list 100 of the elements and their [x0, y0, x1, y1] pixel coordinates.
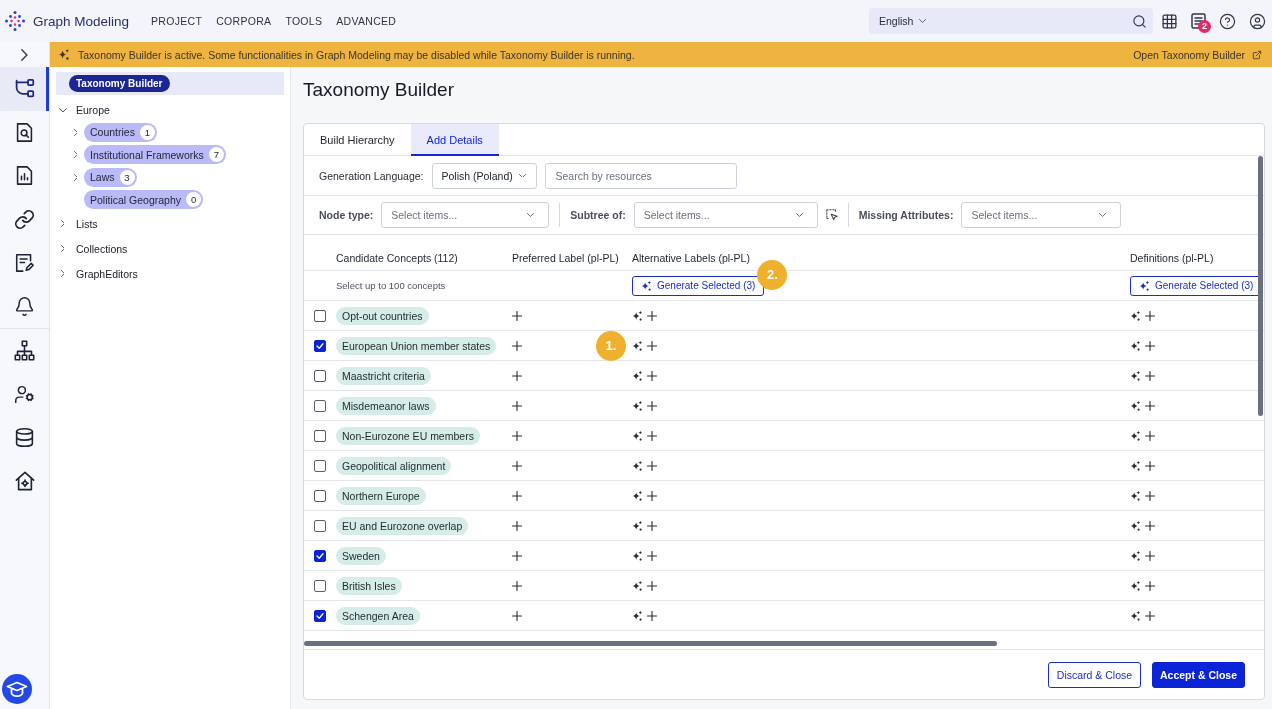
language-dropdown[interactable]: English — [879, 15, 927, 27]
checkbox[interactable] — [314, 339, 326, 352]
plus-icon[interactable] — [512, 490, 522, 501]
plus-icon[interactable] — [647, 460, 657, 471]
tree-tag[interactable]: Institutional Frameworks 7 — [84, 145, 226, 165]
tab[interactable]: Add Details — [410, 124, 499, 156]
tab[interactable]: Build Hierarchy — [304, 124, 411, 156]
plus-icon[interactable] — [1145, 460, 1155, 471]
checkbox[interactable] — [314, 459, 326, 472]
plus-icon[interactable] — [512, 340, 522, 351]
plus-icon[interactable] — [1145, 520, 1155, 531]
sitemap-icon[interactable] — [14, 340, 35, 362]
filter-select[interactable]: Select items... — [381, 202, 550, 228]
sparkle-icon[interactable] — [632, 610, 642, 621]
plus-icon[interactable] — [1145, 550, 1155, 561]
chevron-right-icon[interactable] — [73, 128, 78, 136]
checkbox[interactable] — [314, 429, 326, 442]
plus-icon[interactable] — [1145, 430, 1155, 441]
discard-button[interactable]: Discard & Close — [1048, 661, 1141, 688]
sparkle-icon[interactable] — [1130, 310, 1140, 321]
tree-item-label[interactable]: GraphEditors — [76, 267, 138, 280]
link-icon[interactable] — [14, 208, 35, 230]
plus-icon[interactable] — [647, 430, 657, 441]
plus-icon[interactable] — [1145, 310, 1155, 321]
generate-button[interactable]: Generate Selected (3) — [632, 275, 765, 296]
chevron-right-icon[interactable] — [21, 48, 28, 61]
plus-icon[interactable] — [1145, 490, 1155, 501]
accept-button[interactable]: Accept & Close — [1152, 661, 1245, 688]
plus-icon[interactable] — [647, 610, 657, 621]
sparkle-icon[interactable] — [632, 400, 642, 411]
checkbox[interactable] — [314, 399, 326, 412]
tree-tag[interactable]: Taxonomy Builder — [69, 75, 170, 92]
checkbox[interactable] — [314, 549, 326, 562]
plus-icon[interactable] — [512, 550, 522, 561]
sparkle-icon[interactable] — [632, 580, 642, 591]
sparkle-icon[interactable] — [632, 370, 642, 381]
sparkle-icon[interactable] — [1130, 550, 1140, 561]
chevron-right-icon[interactable] — [73, 173, 78, 181]
help-icon[interactable] — [1219, 12, 1236, 30]
sparkle-icon[interactable] — [1130, 490, 1140, 501]
horizontal-scrollbar[interactable] — [304, 641, 997, 646]
search-icon[interactable] — [1132, 13, 1147, 29]
user-icon[interactable] — [1249, 12, 1266, 30]
search-field[interactable]: English — [869, 8, 1153, 34]
plus-icon[interactable] — [512, 460, 522, 471]
plus-icon[interactable] — [512, 520, 522, 531]
vertical-scrollbar[interactable] — [1258, 156, 1263, 416]
plus-icon[interactable] — [647, 340, 657, 351]
checkbox[interactable] — [314, 609, 326, 622]
nav-menu-item[interactable]: TOOLS — [285, 15, 323, 27]
plus-icon[interactable] — [1145, 370, 1155, 381]
house-gear-icon[interactable] — [14, 471, 35, 492]
chevron-down-icon[interactable] — [58, 107, 67, 113]
sparkle-icon[interactable] — [632, 340, 642, 351]
checkbox[interactable] — [314, 489, 326, 502]
sparkle-icon[interactable] — [1130, 610, 1140, 621]
bell-icon[interactable] — [14, 295, 35, 317]
rail-button[interactable] — [0, 67, 49, 111]
grid-icon[interactable] — [1161, 12, 1178, 30]
selection-pointer-icon[interactable] — [825, 209, 838, 221]
tree-item-label[interactable]: Collections — [76, 242, 128, 255]
checkbox[interactable] — [314, 579, 326, 592]
plus-icon[interactable] — [647, 400, 657, 411]
tree-tag[interactable]: Political Geography 0 — [84, 190, 204, 210]
document-edit-icon[interactable] — [15, 253, 34, 273]
open-link[interactable]: Open Taxonomy Builder — [1133, 48, 1262, 61]
tree-item-label[interactable]: Europe — [76, 104, 110, 116]
chevron-right-icon[interactable] — [60, 220, 65, 227]
sparkle-icon[interactable] — [632, 430, 642, 441]
plus-icon[interactable] — [1145, 610, 1155, 621]
sparkle-icon[interactable] — [1130, 400, 1140, 411]
filter-select[interactable]: Select items... — [633, 202, 818, 228]
sparkle-icon[interactable] — [632, 490, 642, 501]
database-icon[interactable] — [14, 427, 35, 449]
plus-icon[interactable] — [647, 370, 657, 381]
plus-icon[interactable] — [647, 550, 657, 561]
checkbox[interactable] — [314, 519, 326, 532]
document-search-icon[interactable] — [15, 122, 34, 142]
checkbox[interactable] — [314, 369, 326, 382]
plus-icon[interactable] — [512, 430, 522, 441]
plus-icon[interactable] — [647, 580, 657, 591]
search-input[interactable]: Search by resources — [544, 162, 737, 189]
plus-icon[interactable] — [512, 310, 522, 321]
sparkle-icon[interactable] — [1130, 460, 1140, 471]
tree-row[interactable]: Taxonomy Builder — [56, 72, 284, 95]
plus-icon[interactable] — [512, 370, 522, 381]
filter-select[interactable]: Select items... — [961, 202, 1122, 228]
sparkle-icon[interactable] — [1130, 430, 1140, 441]
plus-icon[interactable] — [512, 580, 522, 591]
nav-menu-item[interactable]: ADVANCED — [336, 15, 397, 27]
plus-icon[interactable] — [647, 520, 657, 531]
plus-icon[interactable] — [647, 310, 657, 321]
sparkle-icon[interactable] — [1130, 340, 1140, 351]
nav-menu-item[interactable]: CORPORA — [216, 15, 272, 27]
sparkle-icon[interactable] — [1130, 580, 1140, 591]
notes-icon[interactable] — [1191, 13, 1206, 29]
document-chart-icon[interactable] — [15, 166, 34, 186]
sparkle-icon[interactable] — [632, 460, 642, 471]
plus-icon[interactable] — [512, 400, 522, 411]
graduation-cap-icon[interactable] — [2, 674, 32, 704]
